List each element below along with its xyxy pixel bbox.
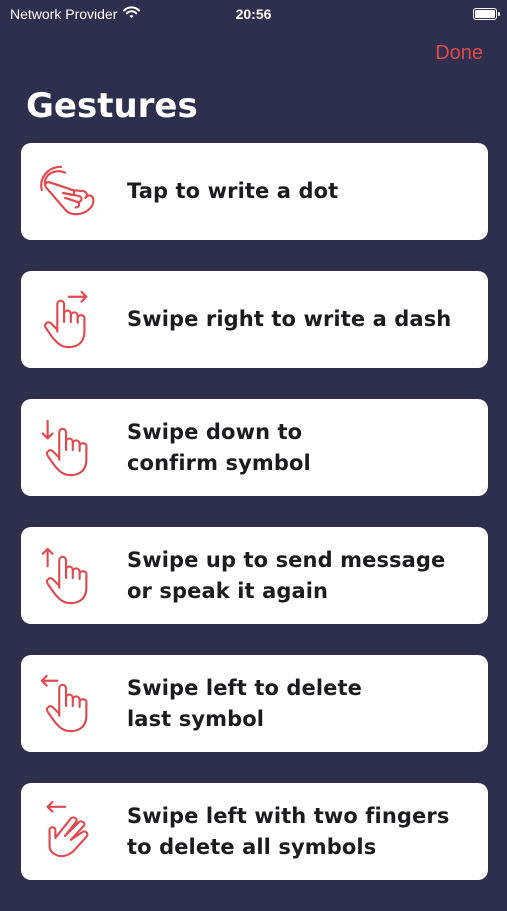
swipe-up-hand-icon xyxy=(21,527,127,624)
swipe-right-hand-icon xyxy=(21,271,127,368)
swipe-down-hand-icon xyxy=(21,399,127,496)
gesture-card-two-finger-swipe-left: Swipe left with two fingers to delete al… xyxy=(21,783,488,880)
gesture-card-swipe-up: Swipe up to send message or speak it aga… xyxy=(21,527,488,624)
gesture-card-tap: Tap to write a dot xyxy=(21,143,488,240)
gesture-card-swipe-right: Swipe right to write a dash xyxy=(21,271,488,368)
swipe-left-hand-icon xyxy=(21,655,127,752)
gesture-card-swipe-left: Swipe left to delete last symbol xyxy=(21,655,488,752)
tap-hand-icon xyxy=(21,143,127,240)
gesture-label: Swipe down to confirm symbol xyxy=(127,419,311,475)
gesture-list: Tap to write a dot Swipe right to write … xyxy=(21,143,488,911)
status-time: 20:56 xyxy=(235,6,272,22)
page-title: Gestures xyxy=(26,86,198,126)
gesture-card-swipe-down: Swipe down to confirm symbol xyxy=(21,399,488,496)
gesture-label: Swipe right to write a dash xyxy=(127,307,452,331)
gesture-label: Swipe left to delete last symbol xyxy=(127,675,363,731)
battery-icon xyxy=(473,8,500,20)
gesture-label: Swipe up to send message or speak it aga… xyxy=(127,547,446,603)
gesture-label: Tap to write a dot xyxy=(127,179,339,203)
done-button[interactable]: Done xyxy=(435,42,483,65)
gesture-label: Swipe left with two fingers to delete al… xyxy=(127,803,450,859)
status-bar: Network Provider 20:56 xyxy=(0,0,507,28)
two-finger-swipe-left-icon xyxy=(21,783,127,880)
